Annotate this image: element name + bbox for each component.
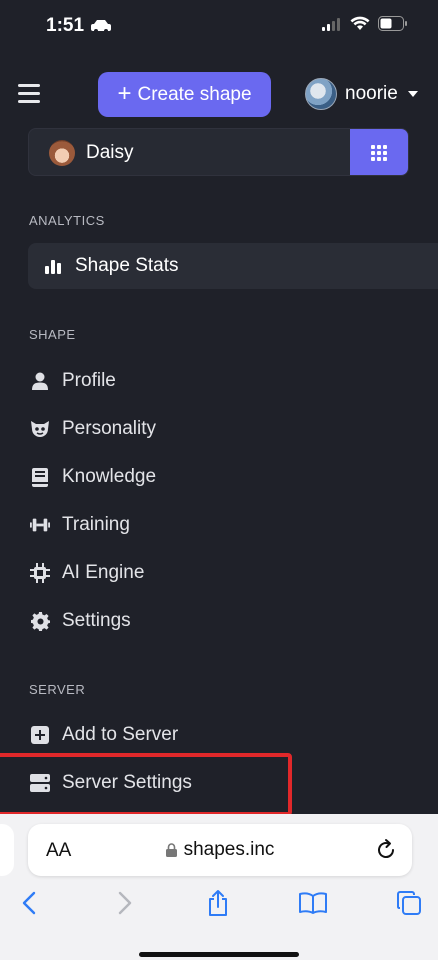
chip-icon <box>30 563 50 583</box>
battery-icon <box>378 16 407 31</box>
url-text: shapes.inc <box>183 839 275 860</box>
sidebar-item-label: Profile <box>62 370 116 391</box>
menu-icon[interactable] <box>18 84 40 104</box>
sidebar-item-profile[interactable]: Profile <box>30 366 116 396</box>
status-indicators <box>322 16 408 31</box>
grid-icon <box>371 145 387 161</box>
sidebar-item-ai-engine[interactable]: AI Engine <box>30 558 144 588</box>
home-indicator <box>139 952 299 957</box>
safari-nav-bar <box>0 888 438 928</box>
person-icon <box>30 371 50 391</box>
sidebar-item-label: AI Engine <box>62 562 145 583</box>
signal-icon <box>322 17 340 31</box>
sidebar-item-label: Settings <box>62 610 131 631</box>
user-name: noorie <box>345 83 398 104</box>
dumbbell-icon <box>30 515 50 535</box>
user-menu[interactable]: noorie <box>305 78 418 110</box>
reload-icon[interactable] <box>374 838 398 862</box>
gear-icon <box>30 611 50 631</box>
book-icon <box>30 467 50 487</box>
wifi-icon <box>350 16 370 30</box>
section-label-analytics: ANALYTICS <box>29 213 105 228</box>
create-shape-button[interactable]: + Create shape <box>98 72 271 117</box>
user-avatar <box>305 78 337 110</box>
section-label-shape: SHAPE <box>29 327 76 342</box>
sidebar-item-label: Knowledge <box>62 466 157 487</box>
sidebar-item-label: Add to Server <box>62 724 179 745</box>
highlight-box <box>0 753 292 816</box>
sidebar-item-training[interactable]: Training <box>30 510 130 540</box>
plus-square-icon <box>30 725 50 745</box>
forward-icon[interactable] <box>110 888 140 918</box>
sidebar-item-label: Personality <box>62 418 156 439</box>
url-display: shapes.inc <box>28 839 412 861</box>
address-bar[interactable]: AA shapes.inc <box>28 824 412 876</box>
tabs-icon[interactable] <box>394 888 424 918</box>
sidebar-item-label: Shape Stats <box>75 255 179 276</box>
bookmarks-icon[interactable] <box>298 888 328 918</box>
shape-name: Daisy <box>86 142 134 163</box>
shape-avatar <box>49 140 75 166</box>
previous-tab-edge[interactable] <box>0 824 14 876</box>
app-header: + Create shape noorie <box>0 60 438 130</box>
caret-down-icon <box>407 91 418 97</box>
shape-selector[interactable]: Daisy <box>28 128 409 176</box>
clock-label: 1:51 <box>46 15 85 36</box>
sidebar-item-settings[interactable]: Settings <box>30 606 131 636</box>
create-shape-label: Create shape <box>137 83 252 105</box>
sidebar-item-personality[interactable]: Personality <box>30 414 156 444</box>
sidebar-item-shape-stats[interactable]: Shape Stats <box>28 243 438 289</box>
plus-icon: + <box>117 79 132 107</box>
back-icon[interactable] <box>14 888 44 918</box>
share-icon[interactable] <box>203 888 233 918</box>
section-label-server: SERVER <box>29 682 86 697</box>
shape-grid-button[interactable] <box>350 129 408 175</box>
status-bar: 1:51 <box>0 0 438 54</box>
lock-icon <box>165 843 177 857</box>
status-time: 1:51 <box>46 15 112 37</box>
mask-icon <box>30 419 50 439</box>
car-icon <box>91 20 112 33</box>
sidebar-item-label: Training <box>62 514 130 535</box>
bar-chart-icon <box>45 260 61 274</box>
sidebar-item-add-to-server[interactable]: Add to Server <box>30 720 178 750</box>
browser-toolbar: AA shapes.inc <box>0 814 438 960</box>
sidebar-item-knowledge[interactable]: Knowledge <box>30 462 156 492</box>
